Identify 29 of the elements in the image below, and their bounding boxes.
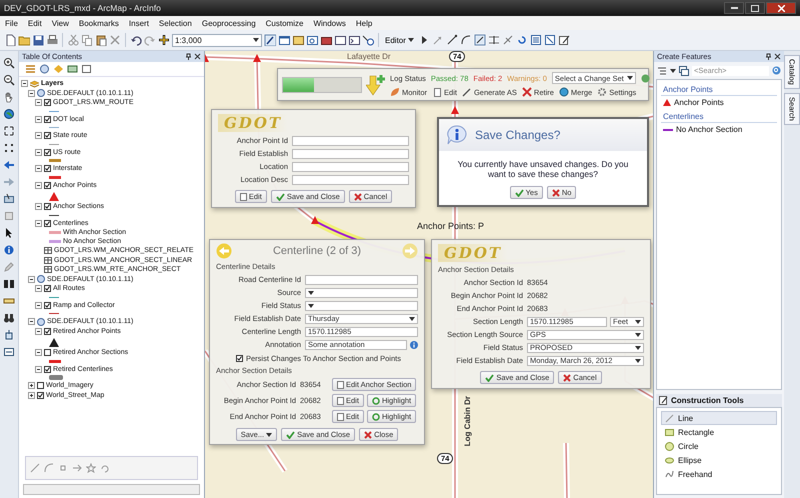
menu-item[interactable]: Help (350, 18, 378, 28)
feature-template[interactable]: No Anchor Section (676, 125, 742, 134)
menu-item[interactable]: Windows (308, 18, 351, 28)
construction-tool[interactable]: Circle (661, 439, 777, 453)
menu-item[interactable]: Selection (154, 18, 197, 28)
street-label: Lafayette Dr (347, 52, 391, 61)
panel-title: Construction Tools (671, 396, 744, 405)
dialog-title: Save Changes? (475, 128, 560, 142)
menu-item[interactable]: View (46, 18, 74, 28)
window-title: DEV_GDOT-LRS_mxd - ArcMap - ArcInfo (4, 3, 162, 13)
scale-dropdown[interactable]: 1:3,000 (172, 34, 262, 46)
menu-item[interactable]: Customize (260, 18, 308, 28)
group-heading: Centerlines (661, 111, 777, 123)
construction-tool[interactable]: Line (661, 411, 777, 425)
menu-item[interactable]: Geoprocessing (196, 18, 261, 28)
dialog-title: Centerline (2 of 3) (272, 245, 362, 257)
construction-tool[interactable]: Ellipse (661, 453, 777, 467)
menu-item[interactable]: File (0, 18, 23, 28)
feature-template[interactable]: Anchor Points (674, 98, 724, 107)
menu-item[interactable]: Insert (124, 18, 154, 28)
menu-item[interactable]: Bookmarks (74, 18, 124, 28)
menu-item[interactable]: Edit (22, 18, 47, 28)
street-label: Log Cabin Dr (463, 396, 472, 446)
dialog-message: You currently have unsaved changes. Do you want to save these changes? (456, 158, 630, 181)
construction-tool[interactable]: Freehand (661, 467, 777, 481)
hover-label: Anchor Points: P (417, 221, 484, 231)
editor-menu-button[interactable]: Editor (383, 36, 416, 44)
group-heading: Anchor Points (661, 84, 777, 96)
construction-tool[interactable]: Rectangle (661, 425, 777, 439)
